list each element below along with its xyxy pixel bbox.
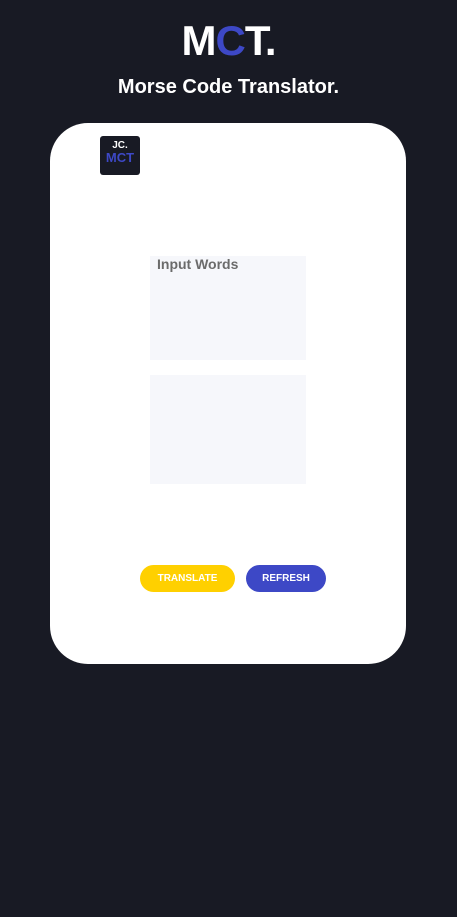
translator-card: JC. MCT TRANSLATE REFRESH (50, 123, 406, 664)
morse-output-field[interactable] (150, 375, 306, 484)
app-logo: MCT. (0, 18, 457, 64)
translate-button[interactable]: TRANSLATE (140, 565, 235, 592)
logo-letter-c: C (215, 17, 245, 64)
badge-app-name: MCT (105, 150, 135, 165)
input-words-field[interactable] (150, 256, 306, 360)
refresh-button[interactable]: REFRESH (246, 565, 326, 592)
brand-badge: JC. MCT (100, 136, 140, 175)
page-title: Morse Code Translator. (117, 76, 340, 98)
logo-letter-m: M (181, 17, 216, 64)
logo-letter-t: T. (244, 17, 277, 64)
